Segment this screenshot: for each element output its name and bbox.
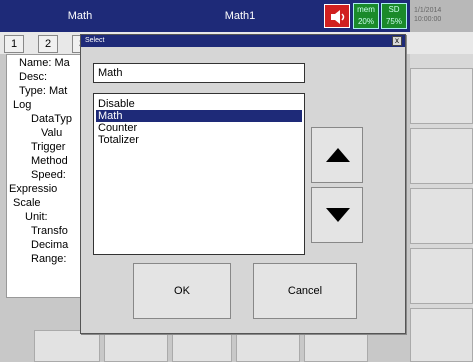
side-button-4[interactable]: [410, 248, 473, 304]
ok-button[interactable]: OK: [133, 263, 231, 319]
title-bar: Math Math1 mem 20% SD 75% 1/1/2014 10:00…: [0, 0, 473, 32]
alarm-button[interactable]: [324, 4, 350, 28]
bottom-button-4[interactable]: [236, 330, 300, 362]
screen-title: Math: [67, 10, 93, 22]
prop-unit[interactable]: Unit:: [25, 211, 48, 223]
bottom-button-2[interactable]: [104, 330, 168, 362]
memory-label: mem: [357, 5, 375, 14]
name-input[interactable]: [93, 63, 305, 83]
bottom-button-1[interactable]: [34, 330, 100, 362]
dialog-title: Select: [81, 35, 405, 47]
close-button[interactable]: x: [392, 36, 402, 46]
prop-expression[interactable]: Expressio: [9, 183, 57, 195]
sd-gauge: SD 75%: [381, 3, 407, 29]
down-arrow-icon: [326, 208, 350, 222]
prop-type[interactable]: Type: Mat: [19, 85, 67, 97]
option-listbox[interactable]: Disable Math Counter Totalizer: [93, 93, 305, 255]
prop-log: Log: [13, 99, 32, 111]
list-item-counter[interactable]: Counter: [96, 122, 302, 134]
prop-desc[interactable]: Desc:: [19, 71, 47, 83]
speaker-icon: [331, 10, 345, 24]
prop-decimal[interactable]: Decima: [31, 239, 68, 251]
side-button-5[interactable]: [410, 308, 473, 362]
tab-2[interactable]: 2: [38, 35, 58, 53]
side-button-3[interactable]: [410, 188, 473, 244]
memory-value: 20%: [357, 17, 374, 26]
time-text: 10:00:00: [414, 16, 442, 23]
list-item-math[interactable]: Math: [96, 110, 302, 122]
prop-method[interactable]: Method: [31, 155, 68, 167]
bottom-button-5[interactable]: [304, 330, 368, 362]
prop-speed[interactable]: Speed:: [31, 169, 66, 181]
select-dialog: Select x Disable Math Counter Totalizer …: [80, 34, 406, 334]
channel-title: Math1: [224, 10, 256, 22]
prop-datatype[interactable]: DataTyp: [31, 113, 72, 125]
tab-1[interactable]: 1: [4, 35, 24, 53]
prop-value[interactable]: Valu: [41, 127, 62, 139]
prop-range[interactable]: Range:: [31, 253, 66, 265]
prop-trigger[interactable]: Trigger: [31, 141, 65, 153]
list-item-disable[interactable]: Disable: [96, 98, 302, 110]
side-button-column: [410, 54, 473, 362]
bottom-button-3[interactable]: [172, 330, 232, 362]
prop-name[interactable]: Name: Ma: [19, 57, 70, 69]
cancel-button[interactable]: Cancel: [253, 263, 357, 319]
memory-gauge: mem 20%: [353, 3, 379, 29]
up-arrow-icon: [326, 148, 350, 162]
prop-transform[interactable]: Transfo: [31, 225, 68, 237]
close-icon: x: [395, 36, 399, 45]
side-button-2[interactable]: [410, 128, 473, 184]
date-text: 1/1/2014: [414, 7, 442, 14]
datetime-panel: 1/1/2014 10:00:00: [410, 0, 473, 32]
move-down-button[interactable]: [311, 187, 363, 243]
prop-scale: Scale: [13, 197, 41, 209]
side-button-1[interactable]: [410, 68, 473, 124]
move-up-button[interactable]: [311, 127, 363, 183]
sd-label: SD: [388, 5, 400, 14]
list-item-totalizer[interactable]: Totalizer: [96, 134, 302, 146]
sd-value: 75%: [385, 17, 402, 26]
